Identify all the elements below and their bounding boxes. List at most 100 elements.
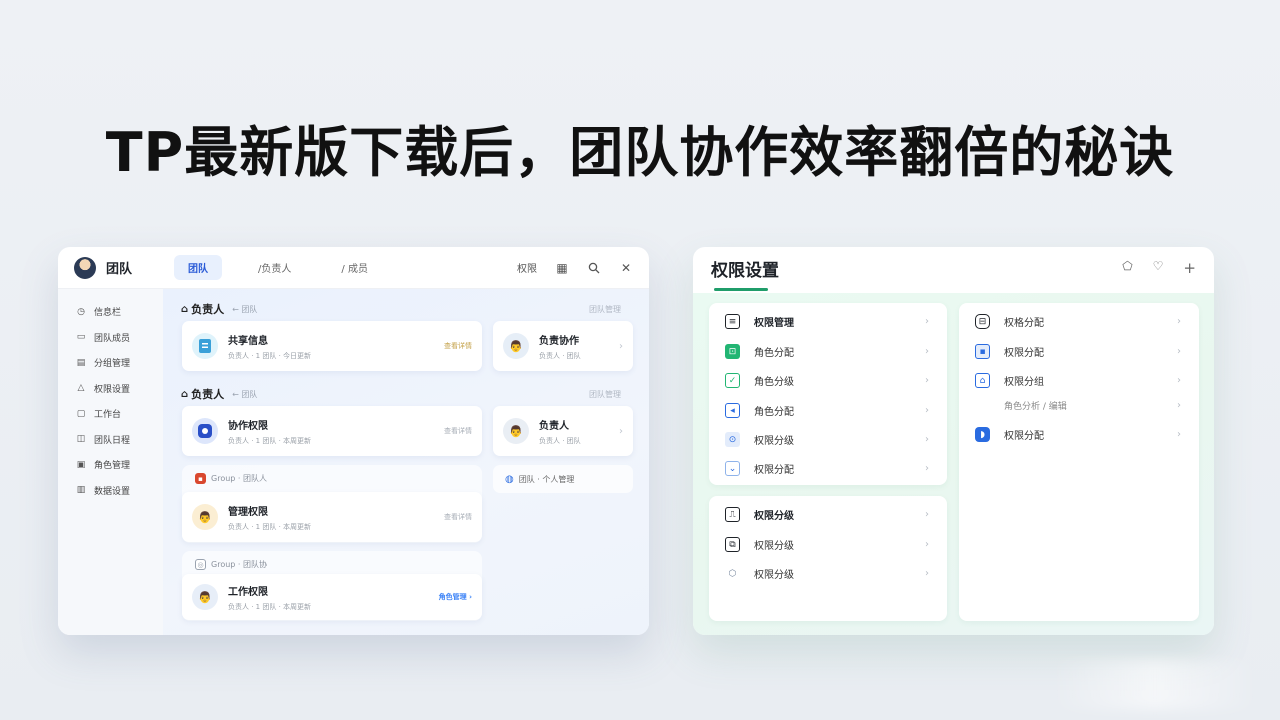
chevron-right-icon: › [619, 425, 623, 437]
permission-title: 权限设置 [711, 260, 779, 281]
chevron-right-icon: › [925, 346, 929, 358]
tab-team[interactable]: 团队 [174, 255, 223, 280]
permission-body: ≡ 权限管理 › ⊡ 角色分配 › ✓ 角色分级 › ◂ 角色分配 › ⊙ 权限 [693, 293, 1214, 635]
permission-row[interactable]: ✓ 角色分级 › [709, 366, 947, 396]
member-card[interactable]: 👨 负责协作 负责人 · 团队 › [493, 321, 633, 371]
key-icon: ⊙ [725, 432, 740, 448]
card-action[interactable]: 角色管理 › [439, 592, 472, 602]
permission-label: 权限分级 [754, 436, 794, 448]
section-subtitle: ← 团队 [232, 389, 258, 399]
users-icon: ⊡ [725, 344, 740, 360]
tag-icon: ◗ [975, 427, 990, 443]
permission-row[interactable]: ≡ 权限管理 › [709, 307, 947, 337]
permission-row[interactable]: ⊟ 权格分配 › [959, 307, 1199, 337]
header-actions: 权限 ▦ ✕ [517, 260, 633, 276]
permission-action[interactable]: 权限 [517, 260, 537, 275]
card-title: 负责人 [539, 420, 569, 432]
permission-label: 权限分组 [1004, 377, 1044, 389]
chevron-right-icon: › [925, 509, 929, 521]
chevron-right-icon: › [619, 340, 623, 352]
card-title: 管理权限 [228, 506, 268, 518]
permission-row[interactable]: ⊙ 权限分级 › [709, 425, 947, 455]
member-card[interactable]: 共享信息 负责人 · 1 团队 · 今日更新 查看详情 [182, 321, 482, 371]
permission-label: 角色分配 [754, 348, 794, 360]
permission-row[interactable]: 角色分析 / 编辑 › [959, 391, 1199, 421]
sidebar-item-label: 角色管理 [94, 461, 131, 472]
sidebar-item-groups[interactable]: ▤ 分组管理 [58, 350, 163, 376]
heart-icon[interactable]: ♡ [1153, 259, 1164, 277]
sidebar-item-data[interactable]: ▥ 数据设置 [58, 478, 163, 504]
close-icon[interactable]: ✕ [619, 261, 633, 275]
sidebar-item-permissions[interactable]: △ 权限设置 [58, 376, 163, 402]
chevron-right-icon: › [925, 316, 929, 328]
check-icon: ✓ [725, 373, 740, 389]
permission-label: 权格分配 [1004, 318, 1044, 330]
member-card[interactable]: 协作权限 负责人 · 1 团队 · 本周更新 查看详情 [182, 406, 482, 456]
calendar-icon[interactable]: ▦ [555, 261, 569, 275]
member-card[interactable]: 👨 管理权限 负责人 · 1 团队 · 本周更新 查看详情 [182, 492, 482, 542]
sidebar-item-label: 数据设置 [94, 486, 131, 497]
permission-panel: ⎍ 权限分级 › ⧉ 权限分级 › ⬡ 权限分级 › [709, 496, 947, 621]
member-card[interactable]: 👨 工作权限 负责人 · 1 团队 · 本周更新 角色管理 › [182, 574, 482, 620]
section-title: ⌂ 负责人 ← 团队 [181, 386, 257, 402]
chevron-right-icon: › [925, 463, 929, 475]
tab-members[interactable]: / 成员 [327, 255, 382, 280]
permission-label: 权限分级 [754, 570, 794, 582]
clipboard-icon: ⎍ [725, 507, 740, 523]
card-title: 负责协作 [539, 335, 579, 347]
chevron-right-icon: › [925, 375, 929, 387]
sidebar-item-roles[interactable]: ▣ 角色管理 [58, 452, 163, 478]
chat-icon: ▭ [76, 332, 86, 343]
picture-icon: ⌂ [975, 373, 990, 389]
calendar-icon: ◫ [76, 434, 86, 445]
tab-bar: 团队 /负责人 / 成员 [174, 255, 382, 280]
plus-icon[interactable]: + [1183, 259, 1196, 277]
personal-management-pill[interactable]: ◍ 团队 · 个人管理 [493, 465, 633, 493]
permission-row[interactable]: ⊡ 角色分配 › [709, 337, 947, 367]
list-icon: ▥ [76, 485, 86, 496]
chevron-right-icon: › [1177, 375, 1181, 387]
tab-owner[interactable]: /负责人 [244, 255, 305, 280]
permission-row[interactable]: ▪ 权限分配 › [959, 337, 1199, 367]
globe-icon: ◍ [505, 473, 514, 485]
doc-icon: ▢ [76, 408, 86, 419]
member-card[interactable]: 👨 负责人 负责人 · 团队 › [493, 406, 633, 456]
section-more-link[interactable]: 团队管理 [589, 389, 621, 400]
permission-row[interactable]: ⎍ 权限分级 › [709, 500, 947, 530]
section-more-link[interactable]: 团队管理 [589, 304, 621, 315]
card-meta: 负责人 · 1 团队 · 今日更新 [228, 351, 312, 360]
section-title: ⌂ 负责人 ← 团队 [181, 301, 257, 317]
permission-row[interactable]: ⬡ 权限分级 › [709, 559, 947, 589]
avatar: 👨 [192, 584, 218, 610]
permission-row[interactable]: ◂ 角色分配 › [709, 396, 947, 426]
group-icon: ◎ [195, 559, 206, 570]
group-label-text: Group · 团队协 [211, 560, 267, 569]
sidebar-item-info[interactable]: ◷ 信息栏 [58, 299, 163, 325]
card-action[interactable]: 查看详情 [444, 512, 472, 522]
sidebar-item-workbench[interactable]: ▢ 工作台 [58, 401, 163, 427]
avatar[interactable] [74, 256, 96, 279]
team-title: 团队 [106, 262, 133, 277]
card-action[interactable]: 查看详情 [444, 341, 472, 351]
permission-label: 权限分级 [754, 541, 794, 553]
layers-icon: ⧉ [725, 537, 740, 553]
search-icon[interactable] [587, 261, 601, 275]
record-icon [192, 418, 218, 444]
permission-row[interactable]: ⧉ 权限分级 › [709, 530, 947, 560]
permission-row[interactable]: ⌄ 权限分配 › [709, 454, 947, 484]
card-action[interactable]: 查看详情 [444, 426, 472, 436]
sidebar-item-members[interactable]: ▭ 团队成员 [58, 325, 163, 351]
chevron-down-icon: ⌄ [725, 461, 740, 477]
group-label: ◎ Group · 团队协 [195, 559, 267, 570]
permission-label: 角色分配 [754, 407, 794, 419]
card-meta: 负责人 · 团队 [539, 351, 581, 360]
team-main: ⌂ 负责人 ← 团队 团队管理 共享信息 负责人 · 1 团队 · 今日更新 查… [163, 289, 649, 635]
card-meta: 负责人 · 1 团队 · 本周更新 [228, 602, 312, 611]
group-label-text: Group · 团队人 [211, 474, 267, 483]
sidebar-item-label: 工作台 [94, 410, 122, 421]
permission-label: 权限分配 [754, 465, 794, 477]
permission-row[interactable]: ◗ 权限分配 › [959, 420, 1199, 450]
shield-icon[interactable]: ⬠ [1122, 259, 1132, 277]
doc-icon [192, 333, 218, 359]
sidebar-item-schedule[interactable]: ◫ 团队日程 [58, 427, 163, 453]
